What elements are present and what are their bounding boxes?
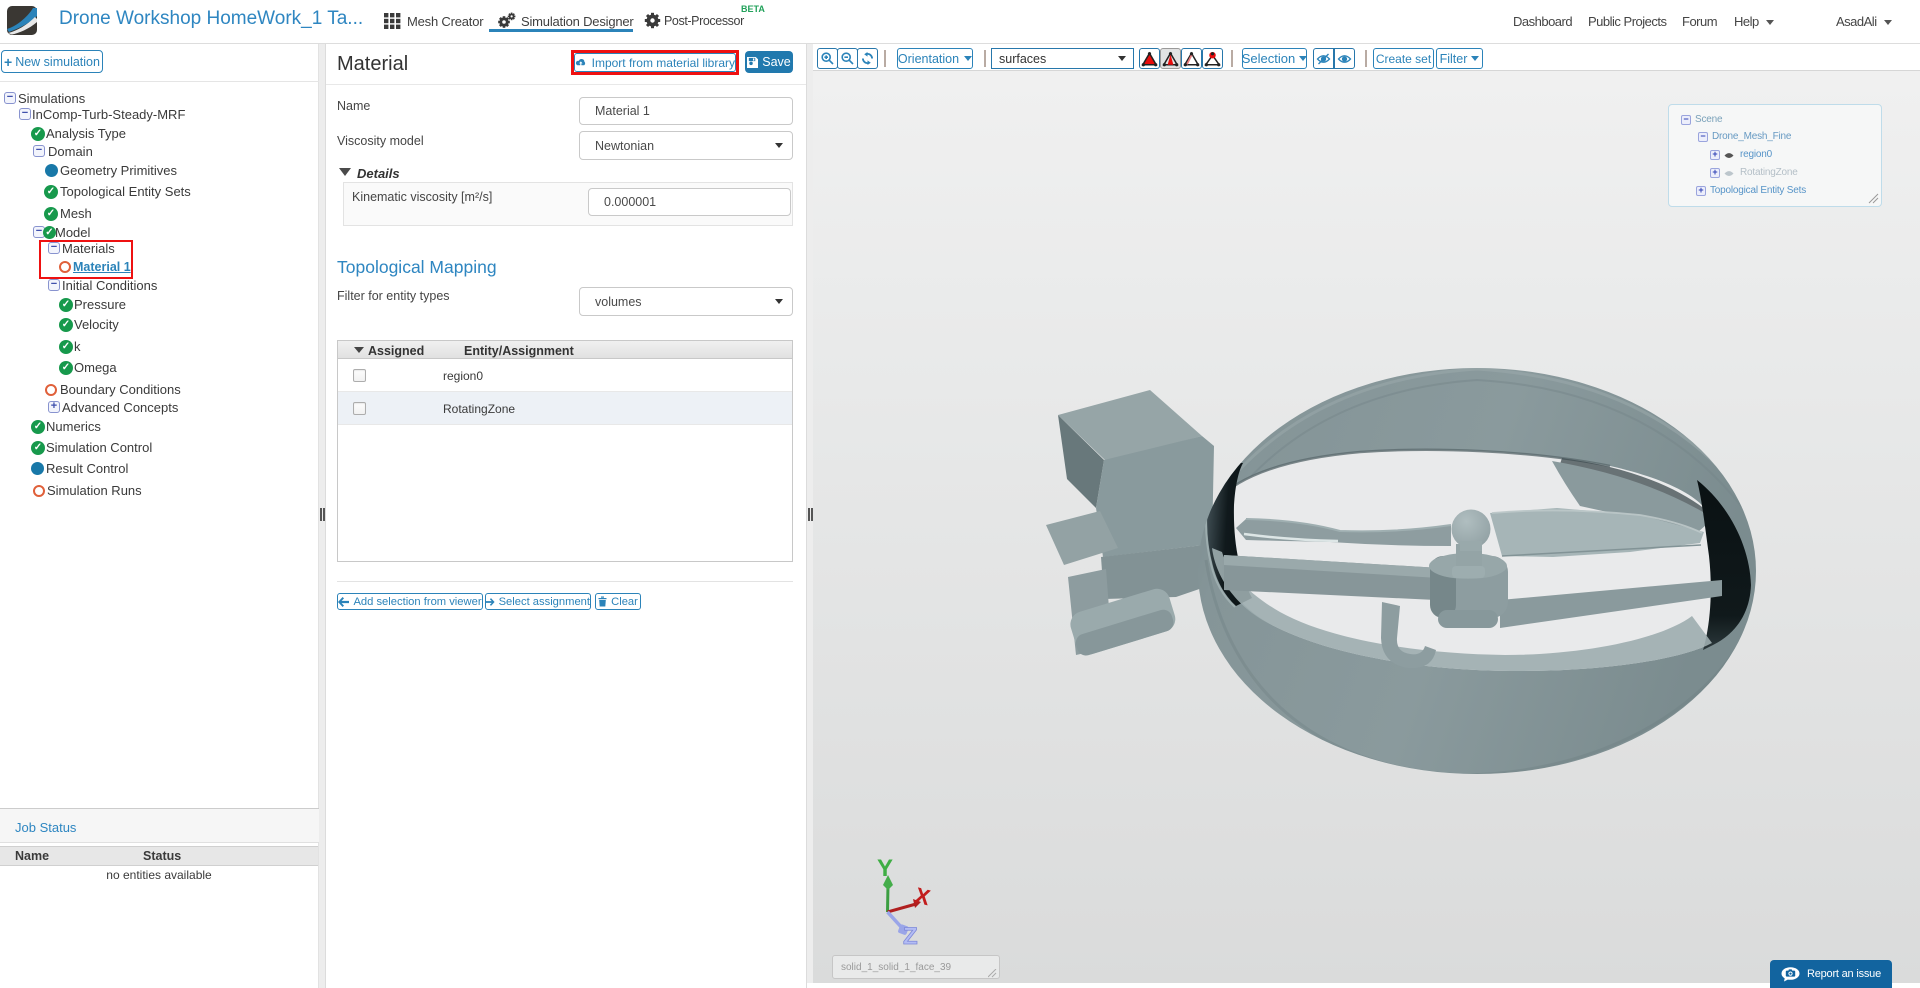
svg-text:X: X xyxy=(912,882,933,910)
svg-text:Z: Z xyxy=(903,923,918,950)
svg-text:Y: Y xyxy=(877,855,893,882)
